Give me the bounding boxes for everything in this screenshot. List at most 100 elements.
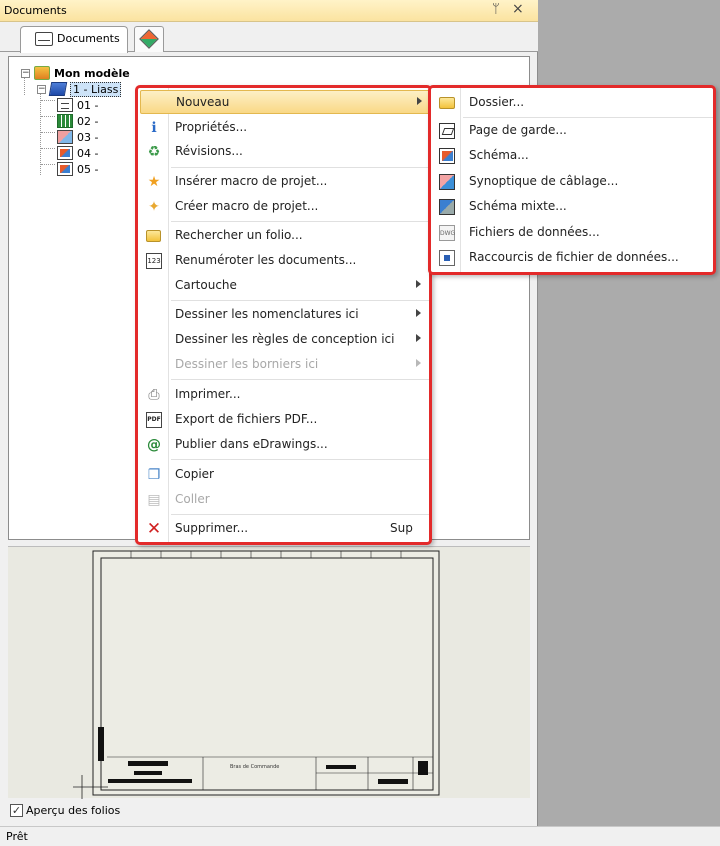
tree-item[interactable]: 02 -: [57, 113, 98, 129]
menu-item-label: Coller: [175, 492, 210, 506]
close-icon[interactable]: ×: [512, 1, 524, 17]
wiring-synoptic-icon: [439, 174, 455, 190]
submenu-item-label: Fichiers de données...: [469, 225, 600, 239]
collapse-icon[interactable]: −: [37, 84, 46, 94]
menu-item-imprimer[interactable]: ⎙ Imprimer...: [140, 383, 430, 407]
menu-item-borniers[interactable]: Dessiner les borniers ici: [140, 353, 430, 377]
drawing-preview-image: Bras de Commande: [73, 550, 440, 799]
menu-item-inserer-macro[interactable]: ★ Insérer macro de projet...: [140, 170, 430, 194]
menu-item-renumeroter[interactable]: 123 Renuméroter les documents...: [140, 249, 430, 273]
folder-icon: [439, 97, 455, 109]
menu-item-label: Rechercher un folio...: [175, 228, 303, 242]
menu-item-rechercher-folio[interactable]: Rechercher un folio...: [140, 224, 430, 248]
menu-item-label: Dessiner les règles de conception ici: [175, 332, 395, 346]
folio-preview: Bras de Commande: [8, 546, 530, 799]
menu-item-label: Publier dans eDrawings...: [175, 437, 328, 451]
submenu-arrow-icon: [417, 97, 422, 105]
submenu-item-raccourcis[interactable]: Raccourcis de fichier de données...: [433, 246, 715, 270]
menu-item-label: Cartouche: [175, 278, 237, 292]
menu-item-label: Dessiner les borniers ici: [175, 357, 319, 371]
menu-item-label: Copier: [175, 467, 214, 481]
wiring-synoptic-icon: [57, 130, 73, 144]
submenu-item-fichiers-donnees[interactable]: DWG Fichiers de données...: [433, 221, 715, 245]
search-folder-icon: [146, 230, 161, 242]
pdf-icon: PDF: [146, 412, 162, 428]
edrawings-icon: @: [147, 437, 161, 453]
bom-icon: [57, 114, 73, 128]
tree-item-label: 05 -: [77, 162, 99, 176]
model-icon: [34, 66, 50, 80]
cover-page-icon: [57, 98, 73, 112]
submenu-item-label: Schéma mixte...: [469, 199, 567, 213]
menu-item-label: Nouveau: [176, 95, 230, 109]
schematic-icon: [439, 148, 455, 164]
tree-item-label: 04 -: [77, 146, 99, 160]
menu-item-label: Révisions...: [175, 144, 243, 158]
submenu-item-page-de-garde[interactable]: Page de garde...: [433, 119, 715, 143]
submenu-item-label: Dossier...: [469, 95, 525, 109]
schematic-icon: [57, 146, 73, 160]
tree-item[interactable]: 05 -: [57, 161, 98, 177]
submenu-arrow-icon: [416, 359, 421, 367]
menu-item-label: Créer macro de projet...: [175, 199, 319, 213]
titleblock-text: Bras de Commande: [230, 764, 279, 770]
tree-item-label: 01 -: [77, 98, 99, 112]
submenu-item-label: Page de garde...: [469, 123, 567, 137]
menu-item-nouveau[interactable]: Nouveau: [140, 90, 430, 114]
menu-item-supprimer[interactable]: ✕ Supprimer... Sup: [140, 517, 430, 541]
star-icon: ★: [147, 174, 161, 190]
menu-item-label: Renuméroter les documents...: [175, 253, 357, 267]
tab-components[interactable]: [134, 26, 164, 52]
paste-icon: ▤: [147, 492, 161, 508]
menu-item-export-pdf[interactable]: PDF Export de fichiers PDF...: [140, 408, 430, 432]
pin-icon[interactable]: ᛘ: [492, 2, 500, 17]
create-macro-icon: ✦: [148, 199, 160, 215]
menu-item-coller[interactable]: ▤ Coller: [140, 488, 430, 512]
copy-icon: ❐: [147, 467, 161, 483]
panel-title: Documents: [4, 4, 67, 17]
submenu-item-label: Raccourcis de fichier de données...: [469, 250, 679, 264]
data-shortcut-icon: [439, 250, 455, 266]
tree-book-label: 1 - Liass: [70, 81, 122, 97]
menu-item-label: Export de fichiers PDF...: [175, 412, 318, 426]
menu-item-label: Imprimer...: [175, 387, 241, 401]
menu-item-creer-macro[interactable]: ✦ Créer macro de projet...: [140, 195, 430, 219]
tree-item[interactable]: 01 -: [57, 97, 98, 113]
checkbox-icon[interactable]: ✓: [10, 804, 23, 817]
menu-item-regles-conception[interactable]: Dessiner les règles de conception ici: [140, 328, 430, 352]
menu-item-cartouche[interactable]: Cartouche: [140, 274, 430, 298]
tree-item-label: 02 -: [77, 114, 99, 128]
submenu-item-schema-mixte[interactable]: Schéma mixte...: [433, 195, 715, 219]
panel-titlebar: Documents ᛘ ×: [0, 0, 538, 22]
revisions-icon: ♻: [147, 144, 161, 160]
print-icon: ⎙: [148, 387, 160, 403]
submenu-item-synoptique[interactable]: Synoptique de câblage...: [433, 170, 715, 194]
submenu-arrow-icon: [416, 334, 421, 342]
tree-item[interactable]: 04 -: [57, 145, 98, 161]
menu-item-nomenclatures[interactable]: Dessiner les nomenclatures ici: [140, 303, 430, 327]
menu-item-label: Insérer macro de projet...: [175, 174, 328, 188]
menu-item-revisions[interactable]: ♻ Révisions...: [140, 140, 430, 164]
menu-item-edrawings[interactable]: @ Publier dans eDrawings...: [140, 433, 430, 457]
submenu-arrow-icon: [416, 309, 421, 317]
renumber-icon: 123: [146, 253, 162, 269]
collapse-icon[interactable]: −: [21, 68, 30, 78]
tree-root-row[interactable]: − Mon modèle: [21, 65, 130, 81]
submenu-item-dossier[interactable]: Dossier...: [433, 91, 715, 115]
menu-item-label: Dessiner les nomenclatures ici: [175, 307, 359, 321]
menu-item-proprietes[interactable]: ℹ Propriétés...: [140, 116, 430, 140]
context-menu: Nouveau ℹ Propriétés... ♻ Révisions... ★…: [135, 85, 432, 545]
cover-page-icon: [439, 123, 455, 139]
mixed-schematic-icon: [439, 199, 455, 215]
data-file-icon: DWG: [439, 225, 455, 241]
delete-icon: ✕: [146, 519, 162, 539]
tab-documents[interactable]: Documents: [20, 26, 128, 53]
menu-item-copier[interactable]: ❐ Copier: [140, 463, 430, 487]
tree-item[interactable]: 03 -: [57, 129, 98, 145]
documents-tab-icon: [35, 32, 53, 46]
tree-book-row[interactable]: − 1 - Liass: [37, 81, 122, 97]
panel-tabs: Documents: [0, 22, 538, 53]
preview-checkbox[interactable]: ✓ Aperçu des folios: [10, 804, 120, 817]
submenu-item-schema[interactable]: Schéma...: [433, 144, 715, 168]
submenu-item-label: Schéma...: [469, 148, 529, 162]
